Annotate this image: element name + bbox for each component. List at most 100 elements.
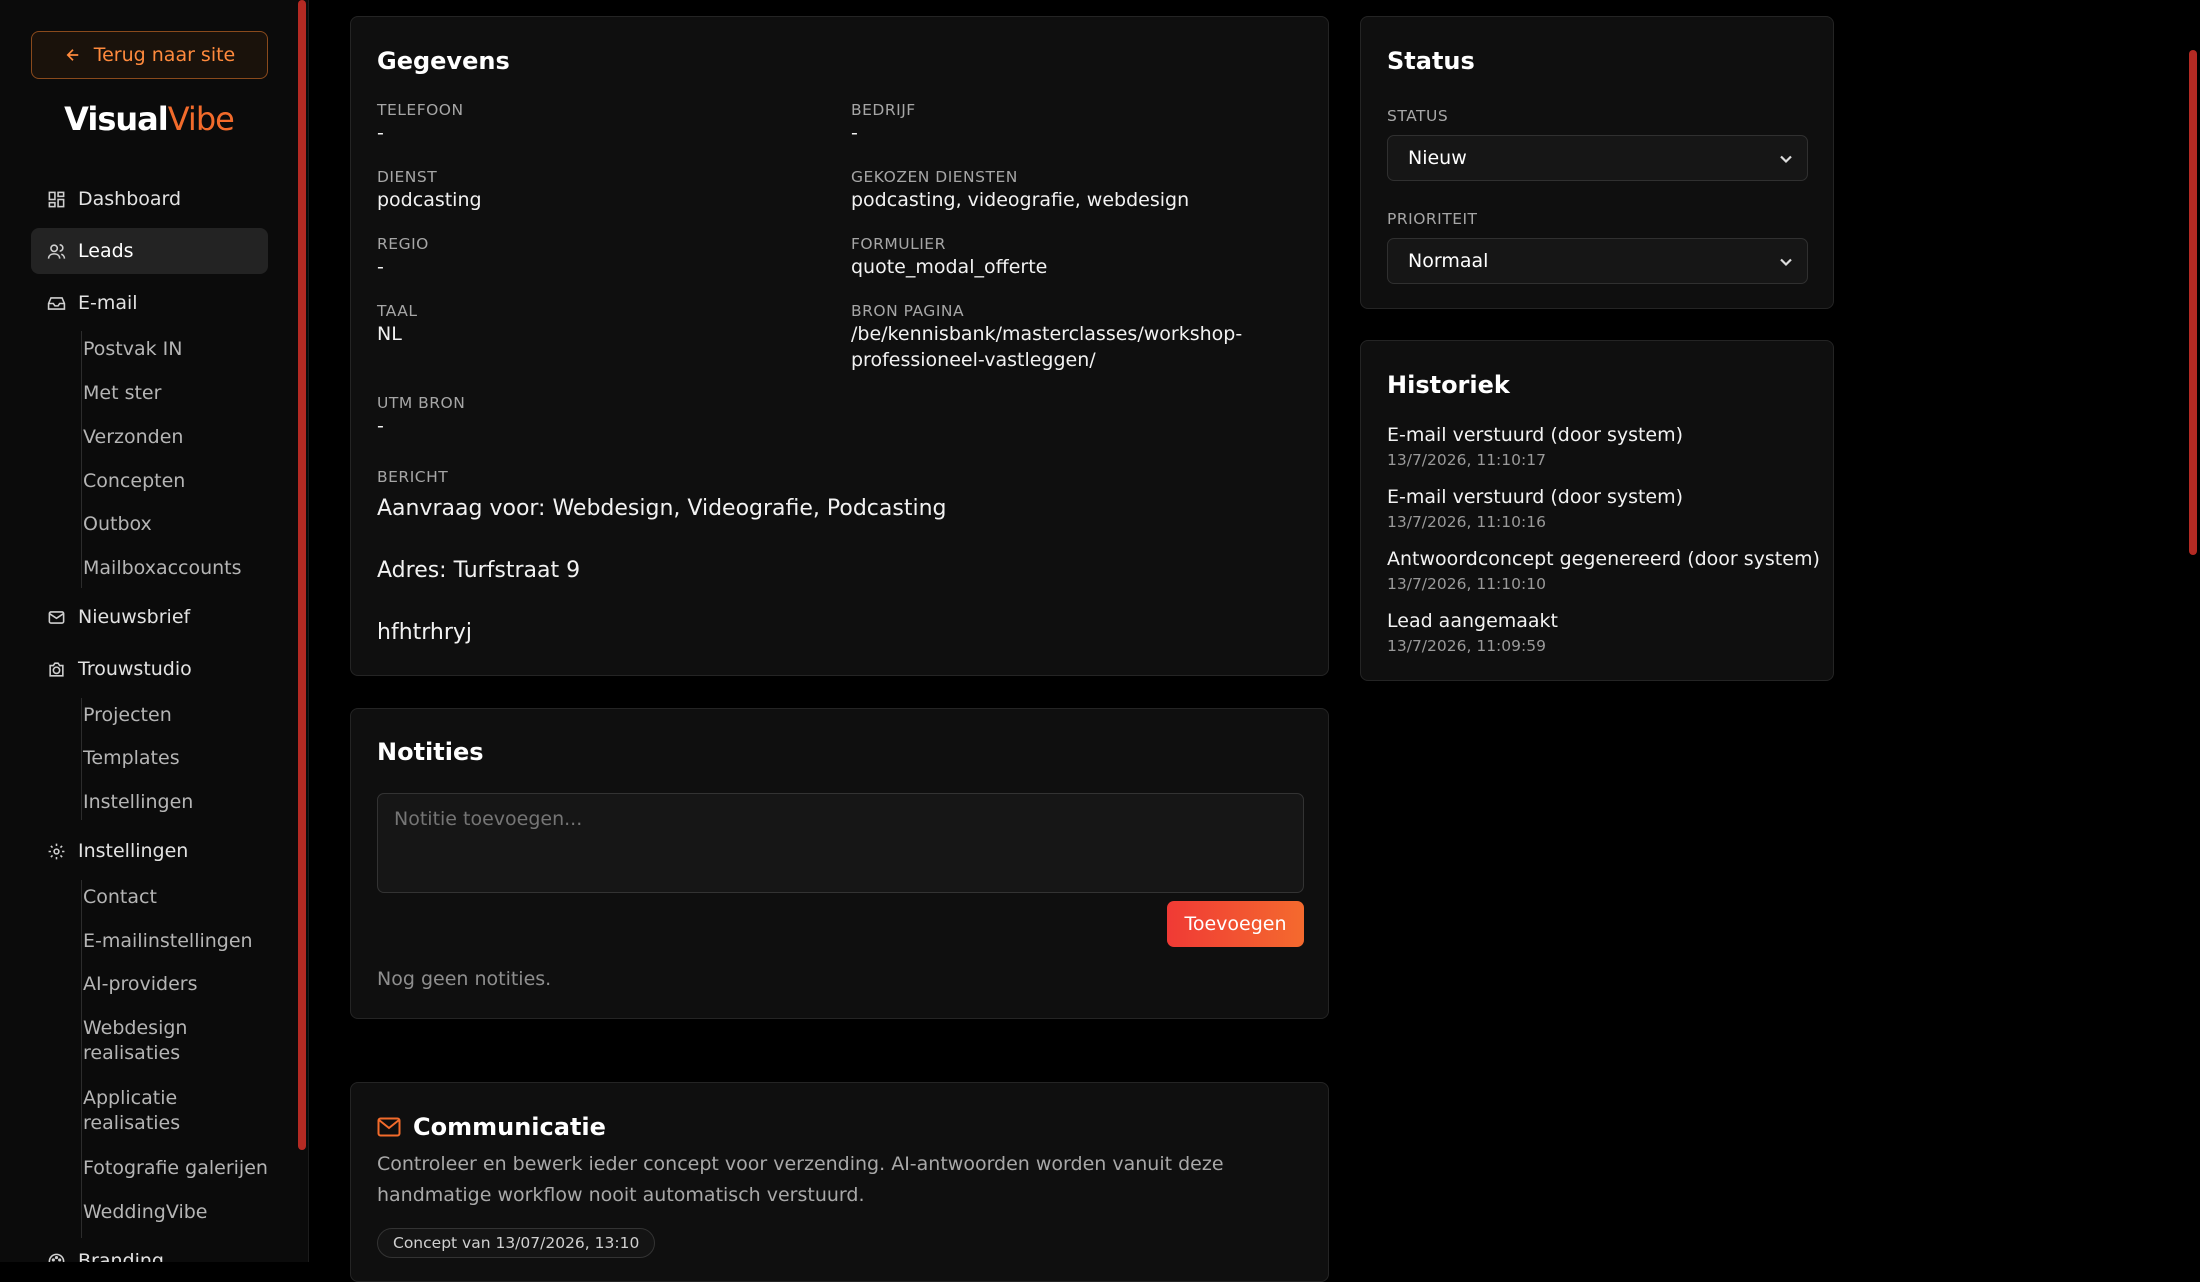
sidebar-item-trouwstudio[interactable]: Trouwstudio	[31, 646, 268, 692]
back-to-site-label: Terug naar site	[93, 44, 236, 66]
sidebar-item-label: Trouwstudio	[78, 658, 192, 680]
utm-bron-label: UTM BRON	[377, 394, 466, 412]
bericht-line: Aanvraag voor: Webdesign, Videografie, P…	[377, 496, 947, 521]
telefoon-value: -	[377, 122, 384, 144]
bericht-line: Adres: Turfstraat 9	[377, 558, 581, 583]
sidebar-item-email[interactable]: E-mail	[31, 280, 268, 326]
sidebar-subitem-applicatie[interactable]: Applicatie realisaties	[83, 1086, 223, 1136]
notities-card: Notities Toevoegen Nog geen notities.	[350, 708, 1329, 1019]
sidebar-item-dashboard[interactable]: Dashboard	[31, 176, 268, 222]
no-notes-text: Nog geen notities.	[377, 968, 552, 990]
sidebar-item-label: Branding	[78, 1250, 164, 1262]
sidebar-subitem-ai-providers[interactable]: AI-providers	[83, 972, 198, 997]
sidebar-subitem-postvak[interactable]: Postvak IN	[83, 337, 183, 362]
historiek-title: Historiek	[1387, 371, 1510, 399]
sidebar: Terug naar site VisualVibe Dashboard Lea…	[0, 0, 309, 1262]
sidebar-item-label: Leads	[78, 240, 134, 262]
gekozen-diensten-label: GEKOZEN DIENSTEN	[851, 168, 1018, 186]
note-input[interactable]	[377, 793, 1304, 893]
history-entry-title: Lead aangemaakt	[1387, 610, 1559, 632]
notities-title: Notities	[377, 738, 484, 766]
gear-icon	[48, 843, 65, 859]
regio-label: REGIO	[377, 235, 429, 253]
sidebar-scrollbar[interactable]	[298, 0, 306, 1150]
arrow-left-icon	[66, 49, 78, 61]
sidebar-item-nieuwsbrief[interactable]: Nieuwsbrief	[31, 594, 268, 640]
mail-icon	[48, 610, 65, 624]
sidebar-subitem-templates[interactable]: Templates	[83, 746, 180, 771]
bedrijf-label: BEDRIJF	[851, 101, 916, 119]
users-icon	[47, 243, 66, 259]
sidebar-subitem-trouw-instellingen[interactable]: Instellingen	[83, 790, 193, 815]
mail-icon	[377, 1117, 401, 1137]
dienst-value: podcasting	[377, 189, 482, 211]
status-value: Nieuw	[1408, 147, 1467, 169]
back-to-site-button[interactable]: Terug naar site	[31, 31, 268, 79]
inbox-icon	[47, 296, 66, 310]
sidebar-item-label: Instellingen	[78, 840, 189, 862]
sidebar-subitem-emailinstellingen[interactable]: E-mailinstellingen	[83, 929, 253, 954]
sidebar-item-label: Nieuwsbrief	[78, 606, 191, 628]
regio-value: -	[377, 256, 384, 278]
communicatie-desc-line2: handmatige workflow nooit automatisch ve…	[377, 1184, 865, 1206]
gekozen-diensten-value: podcasting, videografie, webdesign	[851, 189, 1190, 211]
status-label: STATUS	[1387, 107, 1449, 125]
formulier-value: quote_modal_offerte	[851, 256, 1048, 278]
palette-icon	[48, 1253, 65, 1262]
utm-bron-value: -	[377, 415, 384, 437]
taal-label: TAAL	[377, 302, 418, 320]
sidebar-subitem-met-ster[interactable]: Met ster	[83, 381, 161, 406]
prioriteit-label: PRIORITEIT	[1387, 210, 1478, 228]
page-scrollbar[interactable]	[2189, 50, 2197, 555]
history-entry-title: E-mail verstuurd (door system)	[1387, 486, 1684, 508]
sidebar-item-label: Dashboard	[78, 188, 182, 210]
communicatie-card: Communicatie Controleer en bewerk ieder …	[350, 1082, 1329, 1282]
sidebar-subitem-contact[interactable]: Contact	[83, 885, 157, 910]
chevron-down-icon	[1780, 155, 1792, 164]
sidebar-subitem-webdesign[interactable]: Webdesign realisaties	[83, 1016, 223, 1066]
sidebar-subitem-mailboxaccounts[interactable]: Mailboxaccounts	[83, 556, 242, 581]
sidebar-subitem-projecten[interactable]: Projecten	[83, 703, 172, 728]
history-entry-title: Antwoordconcept gegenereerd (door system…	[1387, 548, 1820, 570]
bron-pagina-value-line1: /be/kennisbank/masterclasses/workshop-	[851, 323, 1243, 345]
logo: VisualVibe	[64, 100, 235, 138]
prioriteit-select[interactable]: Normaal	[1387, 238, 1808, 284]
sidebar-subitem-verzonden[interactable]: Verzonden	[83, 425, 183, 450]
bedrijf-value: -	[851, 122, 858, 144]
history-entry-date: 13/7/2026, 11:10:10	[1387, 575, 1546, 593]
bericht-line: hfhtrhryj	[377, 620, 473, 645]
camera-icon	[49, 661, 64, 677]
prioriteit-value: Normaal	[1408, 250, 1489, 272]
sidebar-item-leads[interactable]: Leads	[31, 228, 268, 274]
status-title: Status	[1387, 47, 1475, 75]
history-entry-date: 13/7/2026, 11:10:17	[1387, 451, 1546, 469]
sidebar-item-instellingen[interactable]: Instellingen	[31, 828, 268, 874]
telefoon-label: TELEFOON	[377, 101, 464, 119]
sidebar-subitem-fotografie[interactable]: Fotografie galerijen	[83, 1156, 268, 1181]
taal-value: NL	[377, 323, 402, 345]
concept-pill[interactable]: Concept van 13/07/2026, 13:10	[377, 1228, 656, 1258]
status-card: Status STATUS Nieuw PRIORITEIT Normaal	[1360, 16, 1834, 309]
communicatie-desc-line1: Controleer en bewerk ieder concept voor …	[377, 1153, 1224, 1175]
sidebar-subitem-weddingvibe[interactable]: WeddingVibe	[83, 1200, 207, 1225]
sidebar-item-label: E-mail	[78, 292, 138, 314]
dienst-label: DIENST	[377, 168, 438, 186]
historiek-card: Historiek E-mail verstuurd (door system)…	[1360, 340, 1834, 681]
gegevens-card: Gegevens TELEFOON - BEDRIJF - DIENST pod…	[350, 16, 1329, 676]
formulier-label: FORMULIER	[851, 235, 946, 253]
history-entry-date: 13/7/2026, 11:09:59	[1387, 637, 1546, 655]
history-entry-date: 13/7/2026, 11:10:16	[1387, 513, 1546, 531]
sidebar-subitem-concepten[interactable]: Concepten	[83, 469, 185, 494]
add-note-button[interactable]: Toevoegen	[1167, 901, 1304, 947]
sidebar-item-branding[interactable]: Branding	[31, 1238, 268, 1262]
chevron-down-icon	[1780, 258, 1792, 267]
gegevens-title: Gegevens	[377, 47, 510, 75]
grid-icon	[48, 191, 65, 207]
bericht-label: BERICHT	[377, 468, 449, 486]
status-select[interactable]: Nieuw	[1387, 135, 1808, 181]
bron-pagina-label: BRON PAGINA	[851, 302, 965, 320]
bron-pagina-value-line2: professioneel-vastleggen/	[851, 349, 1096, 371]
history-entry-title: E-mail verstuurd (door system)	[1387, 424, 1684, 446]
communicatie-title: Communicatie	[413, 1113, 606, 1141]
sidebar-subitem-outbox[interactable]: Outbox	[83, 512, 152, 537]
